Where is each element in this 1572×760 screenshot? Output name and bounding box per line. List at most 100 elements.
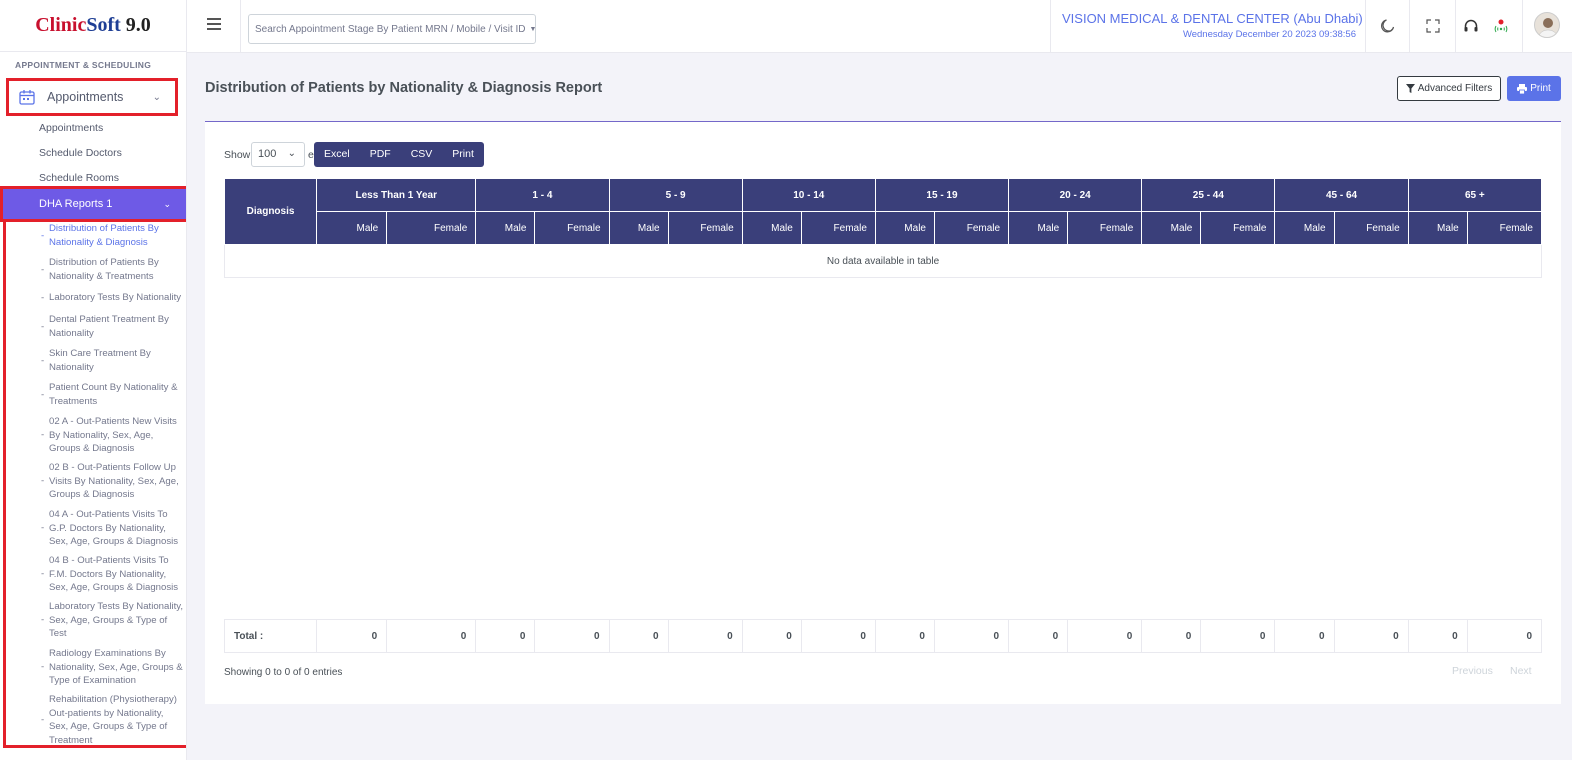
column-header-diagnosis[interactable]: Diagnosis [223,178,318,245]
show-label: Show [224,149,251,161]
topbar: Search Appointment Stage By Patient MRN … [187,0,1572,53]
report-link[interactable]: - Distribution of Patients By Nationality… [41,222,185,249]
total-cell: 0 [608,619,669,653]
export-button-group: Excel PDF CSV Print [314,142,484,167]
report-link[interactable]: -02 B - Out-Patients Follow Up Visits By… [41,461,185,502]
total-cell: 0 [316,619,388,653]
column-header-age-group: 65 + [1407,178,1543,212]
pdf-button[interactable]: PDF [360,142,401,167]
column-header-female[interactable]: Female [386,211,477,245]
fullscreen-icon[interactable] [1425,18,1441,34]
column-header-male[interactable]: Male [1008,211,1069,245]
sidebar-subitem-schedule-doctors[interactable]: Schedule Doctors [39,147,122,159]
column-header-male[interactable]: Male [475,211,536,245]
menu-icon[interactable] [207,18,221,32]
page-length-select[interactable]: 100 ⌄ [251,142,305,167]
page-title: Distribution of Patients by Nationality … [205,80,603,96]
report-link[interactable]: -04 B - Out-Patients Visits To F.M. Doct… [41,554,185,595]
headset-icon[interactable] [1463,18,1479,34]
column-header-male[interactable]: Male [608,211,669,245]
totals-row: Total : 0 0 0 0 0 0 0 0 0 0 0 0 0 0 0 0 … [223,619,1543,653]
total-cell: 0 [1274,619,1335,653]
total-cell: 0 [874,619,935,653]
divider [1455,0,1456,53]
app-logo[interactable]: Clinic Soft 9.0 [0,0,186,52]
column-header-male[interactable]: Male [1274,211,1335,245]
column-header-female[interactable]: Female [1333,211,1409,245]
center-name: VISION MEDICAL & DENTAL CENTER (Abu Dhab… [1062,11,1363,26]
previous-page-button[interactable]: Previous [1452,665,1493,677]
divider [1409,0,1410,53]
column-header-age-group: 25 - 44 [1141,178,1276,212]
printer-icon [1517,83,1528,94]
report-link[interactable]: - Dental Patient Treatment By Nationality [41,313,185,340]
calendar-icon [19,90,35,105]
total-cell: 0 [1141,619,1202,653]
logo-version: 9.0 [125,14,151,36]
column-header-female[interactable]: Female [1200,211,1276,245]
divider [1522,0,1523,53]
sidebar-subitem-schedule-rooms[interactable]: Schedule Rooms [39,172,119,184]
report-table: Diagnosis Less Than 1 Year 1 - 4 5 - 9 1… [223,178,1543,278]
column-header-male[interactable]: Male [1141,211,1202,245]
total-cell: 0 [1067,619,1143,653]
total-label: Total : [223,619,318,653]
total-cell: 0 [534,619,610,653]
divider [1050,0,1051,53]
next-page-button[interactable]: Next [1510,665,1532,677]
column-header-male[interactable]: Male [1407,211,1468,245]
sidebar-item-dha-reports[interactable]: DHA Reports 1 ⌄ [0,186,186,222]
report-card: Show 100 ⌄ e Excel PDF CSV Print Diagnos… [205,121,1561,704]
column-header-age-group: 10 - 14 [741,178,876,212]
column-header-age-group: 5 - 9 [608,178,743,212]
current-datetime: Wednesday December 20 2023 09:38:56 [1182,29,1356,40]
total-cell: 0 [741,619,802,653]
report-link[interactable]: - Patient Count By Nationality & Treatmen… [41,381,185,408]
total-cell: 0 [1407,619,1468,653]
column-header-female[interactable]: Female [1067,211,1143,245]
report-link[interactable]: - Distribution of Patients By Nationality… [41,256,185,283]
print-button[interactable]: Print [1507,76,1561,101]
moon-icon[interactable] [1380,18,1396,34]
column-header-age-group: Less Than 1 Year [316,178,477,212]
caret-down-icon: ▼ [529,25,537,33]
column-header-male[interactable]: Male [874,211,935,245]
sidebar-item-label: DHA Reports 1 [39,198,113,210]
user-avatar-icon [1535,13,1559,37]
report-link[interactable]: -04 A - Out-Patients Visits To G.P. Doct… [41,508,185,549]
avatar[interactable] [1534,12,1560,38]
chevron-down-icon: ⌄ [287,148,296,159]
csv-button[interactable]: CSV [401,142,443,167]
report-link[interactable]: - Radiology Examinations By Nationality, … [41,647,185,688]
report-link[interactable]: - Laboratory Tests By Nationality, Sex, A… [41,600,185,641]
menu-title: APPOINTMENT & SCHEDULING [15,60,152,70]
report-link[interactable]: - Skin Care Treatment By Nationality [41,347,185,374]
column-header-male[interactable]: Male [316,211,388,245]
column-header-female[interactable]: Female [800,211,876,245]
report-link[interactable]: -02 A - Out-Patients New Visits By Natio… [41,415,185,456]
excel-button[interactable]: Excel [314,142,360,167]
broadcast-icon[interactable] [1493,18,1509,34]
total-cell: 0 [1008,619,1069,653]
sidebar-subitem-appointments[interactable]: Appointments [39,122,103,134]
print-table-button[interactable]: Print [442,142,484,167]
total-cell: 0 [1466,619,1543,653]
sidebar-item-label: Appointments [47,90,124,104]
totals-row-table: Total : 0 0 0 0 0 0 0 0 0 0 0 0 0 0 0 0 … [223,619,1543,653]
advanced-filters-button[interactable]: Advanced Filters [1397,76,1501,101]
column-header-female[interactable]: Female [534,211,610,245]
column-header-female[interactable]: Female [667,211,743,245]
entries-label: e [308,149,314,161]
logo-text-clinic: Clinic [35,14,87,36]
sidebar-item-appointments[interactable]: Appointments ⌄ [6,78,178,116]
report-link[interactable]: - Rehabilitation (Physiotherapy) Out-pati… [41,693,185,747]
filter-icon [1405,84,1415,93]
column-header-female[interactable]: Female [1466,211,1543,245]
column-header-female[interactable]: Female [933,211,1010,245]
column-header-male[interactable]: Male [741,211,802,245]
divider [240,0,241,53]
appointment-search-select[interactable]: Search Appointment Stage By Patient MRN … [248,14,536,44]
total-cell: 0 [1333,619,1409,653]
total-cell: 0 [800,619,876,653]
report-link[interactable]: - Laboratory Tests By Nationality [41,291,186,305]
